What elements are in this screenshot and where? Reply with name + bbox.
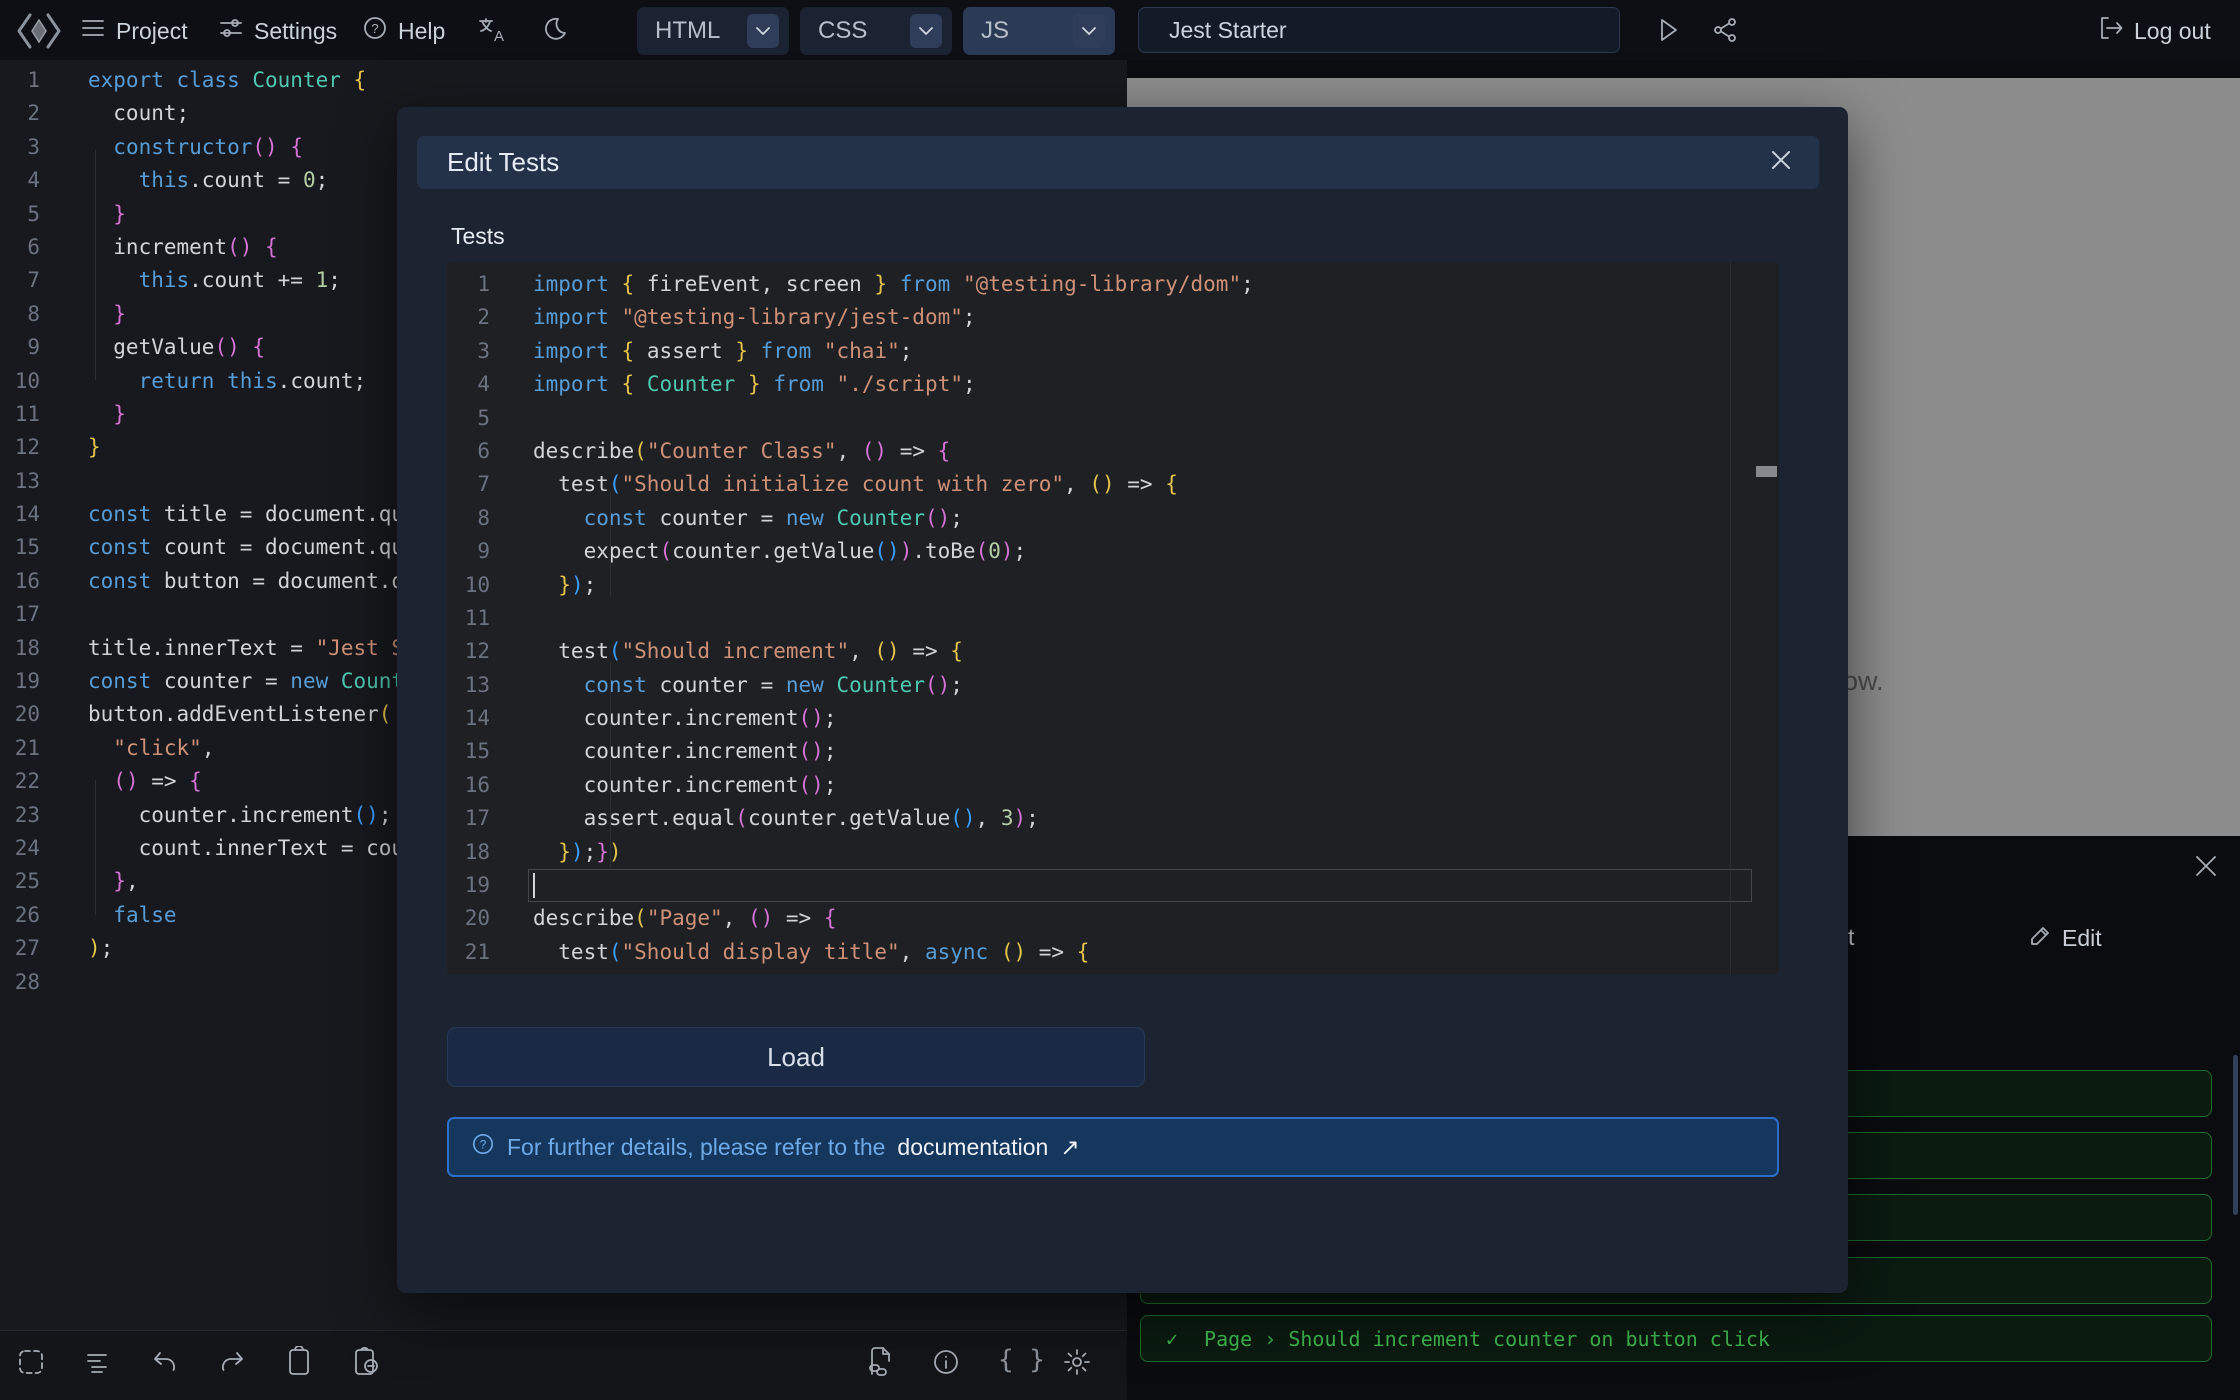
settings-menu[interactable]: Settings	[218, 15, 337, 47]
gear-icon[interactable]	[1063, 1348, 1091, 1381]
pencil-icon	[2030, 924, 2052, 952]
indent-guide	[95, 150, 96, 380]
test-result-text: Page › Should increment counter on butto…	[1204, 1327, 1770, 1351]
top-toolbar: Project Settings ? Help A HTML	[0, 0, 2240, 60]
close-modal-icon[interactable]	[1769, 148, 1793, 177]
code-line: 4import { Counter } from "./script";	[447, 368, 1779, 401]
code-line: 8 const counter = new Counter();	[447, 502, 1779, 535]
code-line: 18 });})	[447, 836, 1779, 869]
hamburger-icon	[80, 15, 106, 47]
app-logo	[16, 12, 62, 55]
tab-js[interactable]: JS	[963, 7, 1115, 55]
tab-css[interactable]: CSS	[800, 7, 952, 55]
test-result-row: ✓ Page › Should increment counter on butt…	[1140, 1315, 2212, 1362]
dark-mode-moon-icon[interactable]	[542, 16, 568, 47]
close-results-icon[interactable]	[2194, 854, 2218, 883]
tab-html-label: HTML	[655, 17, 720, 45]
chevron-down-icon[interactable]	[910, 14, 942, 48]
tests-editor-scrollbar-thumb[interactable]	[1756, 466, 1777, 477]
indent-guide	[610, 492, 611, 597]
project-title-input[interactable]: Jest Starter	[1138, 7, 1620, 53]
undo-icon[interactable]	[151, 1348, 179, 1381]
modal-header: Edit Tests	[417, 136, 1819, 189]
edit-tests-modal: Edit Tests Tests 1import { fireEvent, sc…	[397, 107, 1848, 1293]
run-button[interactable]	[1655, 17, 1681, 48]
code-line: 13 const counter = new Counter();	[447, 669, 1779, 702]
check-icon: ✓	[1166, 1327, 1178, 1351]
selection-icon[interactable]	[17, 1348, 45, 1381]
code-line: 1export class Counter {	[0, 64, 1127, 97]
redo-icon[interactable]	[218, 1348, 246, 1381]
preview-partial-text: ow.	[1843, 666, 1884, 697]
code-line: 3import { assert } from "chai";	[447, 335, 1779, 368]
paste-icon[interactable]	[352, 1346, 380, 1381]
edit-tests-button[interactable]: Edit	[2030, 924, 2102, 952]
project-menu[interactable]: Project	[80, 15, 188, 47]
tests-section-label: Tests	[451, 223, 505, 250]
code-line: 7 test("Should initialize count with zer…	[447, 468, 1779, 501]
results-partial-label: t	[1848, 924, 1854, 951]
load-button[interactable]: Load	[447, 1027, 1145, 1087]
code-line: 15 counter.increment();	[447, 735, 1779, 768]
braces-icon[interactable]: { }	[998, 1345, 1045, 1375]
svg-text:?: ?	[371, 21, 378, 36]
text-caret	[533, 873, 535, 898]
edit-label: Edit	[2062, 925, 2102, 952]
svg-text:A: A	[494, 28, 504, 44]
code-line: 9 expect(counter.getValue()).toBe(0);	[447, 535, 1779, 568]
docs-note-text: For further details, please refer to the	[507, 1134, 885, 1161]
tests-code-editor[interactable]: 1import { fireEvent, screen } from "@tes…	[447, 262, 1779, 975]
clipboard-icon[interactable]	[285, 1346, 313, 1381]
logout-label: Log out	[2134, 18, 2211, 45]
tests-editor-scrollbar[interactable]	[1730, 262, 1755, 975]
code-line: 14 counter.increment();	[447, 702, 1779, 735]
code-line: 11	[447, 602, 1779, 635]
code-line: 10 });	[447, 569, 1779, 602]
info-icon[interactable]	[932, 1348, 960, 1381]
code-line: 2import "@testing-library/jest-dom";	[447, 301, 1779, 334]
file-link-icon[interactable]	[866, 1346, 894, 1381]
format-code-icon[interactable]	[84, 1348, 112, 1381]
indent-guide	[95, 780, 96, 915]
share-icon[interactable]	[1712, 17, 1738, 48]
indent-guide	[610, 662, 611, 867]
code-line: 5	[447, 402, 1779, 435]
tab-css-label: CSS	[818, 17, 867, 45]
app-window: Project Settings ? Help A HTML	[0, 0, 2240, 1400]
documentation-link[interactable]: documentation	[897, 1134, 1048, 1161]
code-line: 21 test("Should display title", async ()…	[447, 936, 1779, 969]
help-menu-label: Help	[398, 18, 445, 45]
current-line-highlight	[528, 869, 1752, 902]
documentation-note: ? For further details, please refer to t…	[447, 1117, 1779, 1177]
question-circle-icon: ?	[471, 1132, 495, 1162]
svg-text:?: ?	[480, 1138, 487, 1152]
chevron-down-icon[interactable]	[1073, 14, 1105, 48]
code-line: 1import { fireEvent, screen } from "@tes…	[447, 268, 1779, 301]
chevron-down-icon[interactable]	[747, 14, 779, 48]
code-line: 17 assert.equal(counter.getValue(), 3);	[447, 802, 1779, 835]
settings-menu-label: Settings	[254, 18, 337, 45]
code-line: 6describe("Counter Class", () => {	[447, 435, 1779, 468]
code-line: 20describe("Page", () => {	[447, 902, 1779, 935]
external-link-arrow-icon: ↗	[1060, 1134, 1079, 1161]
code-line: 16 counter.increment();	[447, 769, 1779, 802]
tab-html[interactable]: HTML	[637, 7, 789, 55]
editor-bottom-bar: { }	[0, 1330, 1127, 1400]
translate-icon[interactable]: A	[478, 16, 508, 49]
modal-title: Edit Tests	[447, 147, 559, 178]
code-line: 12 test("Should increment", () => {	[447, 635, 1779, 668]
project-title-value: Jest Starter	[1169, 17, 1287, 44]
load-button-label: Load	[767, 1042, 825, 1073]
project-menu-label: Project	[116, 18, 188, 45]
sliders-icon	[218, 15, 244, 47]
logout-button[interactable]: Log out	[2098, 15, 2211, 47]
tab-js-label: JS	[981, 17, 1009, 45]
help-menu[interactable]: ? Help	[362, 15, 445, 47]
logout-icon	[2098, 15, 2124, 47]
results-scrollbar[interactable]	[2233, 1055, 2238, 1215]
question-circle-icon: ?	[362, 15, 388, 47]
